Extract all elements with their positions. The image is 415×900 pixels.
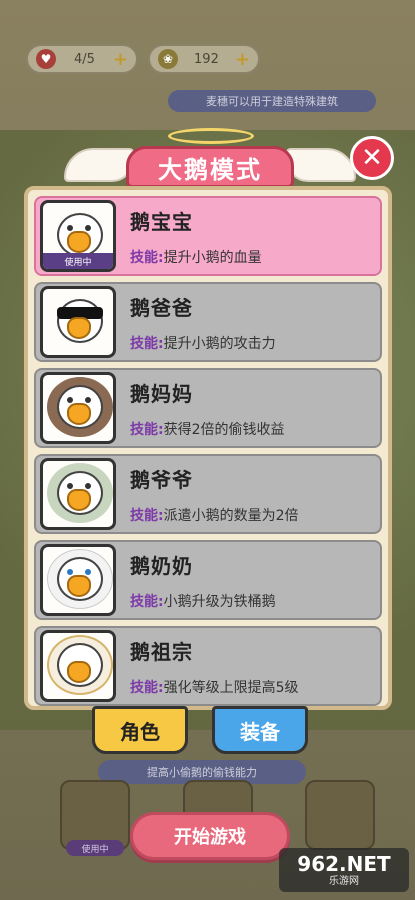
skill-text: 强化等级上限提高5级 — [163, 679, 299, 696]
watermark-sub: 乐游网 — [329, 875, 359, 887]
wheat-value: 192 — [194, 51, 219, 67]
pet-slot-3[interactable] — [305, 780, 375, 850]
character-card-ancestor[interactable]: 鹅祖宗 技能:强化等级上限提高5级 — [34, 626, 382, 706]
modal-tabs: 角色 装备 — [92, 706, 332, 766]
skill-text: 提升小鹅的攻击力 — [163, 335, 276, 352]
skill: 技能:获得2倍的偷钱收益 — [130, 419, 380, 439]
wing-right-icon — [286, 148, 356, 182]
wing-left-icon — [64, 148, 134, 182]
character-card-dad[interactable]: 鹅爸爸 技能:提升小鹅的攻击力 — [34, 282, 382, 362]
beak — [67, 575, 91, 597]
modal-title: 大鹅模式 — [126, 146, 294, 188]
skill: 技能:小鹅升级为铁桶鹅 — [130, 591, 380, 611]
character-card-baby[interactable]: 使用中 鹅宝宝 技能:提升小鹅的血量 — [34, 196, 382, 276]
tab-equipment[interactable]: 装备 — [212, 706, 308, 754]
character-name: 鹅宝宝 — [130, 209, 193, 234]
skill-label: 技能: — [130, 679, 164, 696]
hud-bar: ♥ 4/5 + ❀ 192 + — [26, 44, 389, 78]
start-game-button[interactable]: 开始游戏 — [130, 812, 290, 860]
heart-icon: ♥ — [36, 49, 56, 69]
add-lives-button[interactable]: + — [113, 49, 128, 70]
halo-icon — [168, 128, 254, 144]
character-list: 使用中 鹅宝宝 技能:提升小鹅的血量 鹅爸爸 技能:提升小鹅的攻击力 鹅妈妈 技… — [24, 186, 392, 710]
beak — [67, 661, 91, 683]
character-name: 鹅爸爸 — [130, 295, 193, 320]
eye — [85, 569, 91, 575]
info: 鹅奶奶 技能:小鹅升级为铁桶鹅 — [130, 550, 380, 611]
beak — [67, 317, 91, 339]
hint-bubble: 麦穗可以用于建造特殊建筑 — [168, 90, 376, 112]
character-card-grandpa[interactable]: 鹅爷爷 技能:派遣小鹅的数量为2倍 — [34, 454, 382, 534]
skill: 技能:提升小鹅的攻击力 — [130, 333, 380, 353]
close-icon: ✕ — [361, 143, 383, 173]
wheat-counter: ❀ 192 + — [148, 44, 260, 74]
beak — [67, 231, 91, 253]
eye — [85, 225, 91, 231]
info: 鹅宝宝 技能:提升小鹅的血量 — [130, 206, 380, 267]
wheat-icon: ❀ — [158, 49, 178, 69]
watermark-main: 962.NET — [297, 851, 391, 876]
skill-label: 技能: — [130, 249, 164, 266]
beak — [67, 403, 91, 425]
eye — [67, 397, 73, 403]
eye — [67, 569, 73, 575]
character-card-mom[interactable]: 鹅妈妈 技能:获得2倍的偷钱收益 — [34, 368, 382, 448]
character-name: 鹅妈妈 — [130, 381, 193, 406]
avatar-dad-goose — [40, 286, 116, 358]
in-use-tag: 使用中 — [43, 253, 113, 269]
skill: 技能:强化等级上限提高5级 — [130, 677, 380, 697]
info: 鹅爷爷 技能:派遣小鹅的数量为2倍 — [130, 464, 380, 525]
skill-label: 技能: — [130, 593, 164, 610]
avatar-ancestor-goose — [40, 630, 116, 702]
skill-text: 获得2倍的偷钱收益 — [163, 421, 285, 438]
lives-counter: ♥ 4/5 + — [26, 44, 138, 74]
avatar-grandpa-goose — [40, 458, 116, 530]
beak — [67, 489, 91, 511]
info: 鹅祖宗 技能:强化等级上限提高5级 — [130, 636, 380, 697]
eye — [67, 483, 73, 489]
modal-header: 大鹅模式 — [60, 128, 360, 188]
skill-text: 小鹅升级为铁桶鹅 — [163, 593, 276, 610]
character-card-grandma[interactable]: 鹅奶奶 技能:小鹅升级为铁桶鹅 — [34, 540, 382, 620]
character-name: 鹅奶奶 — [130, 553, 193, 578]
lives-value: 4/5 — [73, 51, 95, 67]
tab-role[interactable]: 角色 — [92, 706, 188, 754]
avatar-mom-goose — [40, 372, 116, 444]
skill-label: 技能: — [130, 507, 164, 524]
character-name: 鹅爷爷 — [130, 467, 193, 492]
add-wheat-button[interactable]: + — [235, 49, 250, 70]
skill-text: 提升小鹅的血量 — [163, 249, 262, 266]
info: 鹅爸爸 技能:提升小鹅的攻击力 — [130, 292, 380, 353]
pet-slot-1[interactable]: 使用中 — [60, 780, 130, 856]
avatar-baby-goose: 使用中 — [40, 200, 116, 272]
eye — [67, 225, 73, 231]
skill-label: 技能: — [130, 421, 164, 438]
skill: 技能:派遣小鹅的数量为2倍 — [130, 505, 380, 525]
info: 鹅妈妈 技能:获得2倍的偷钱收益 — [130, 378, 380, 439]
used-tag: 使用中 — [66, 840, 124, 856]
eye — [85, 483, 91, 489]
character-name: 鹅祖宗 — [130, 639, 193, 664]
site-watermark: 962.NET 乐游网 — [279, 848, 409, 892]
close-button[interactable]: ✕ — [350, 136, 394, 180]
eye — [85, 397, 91, 403]
skill-label: 技能: — [130, 335, 164, 352]
skill-text: 派遣小鹅的数量为2倍 — [163, 507, 299, 524]
avatar-grandma-goose — [40, 544, 116, 616]
skill: 技能:提升小鹅的血量 — [130, 247, 380, 267]
